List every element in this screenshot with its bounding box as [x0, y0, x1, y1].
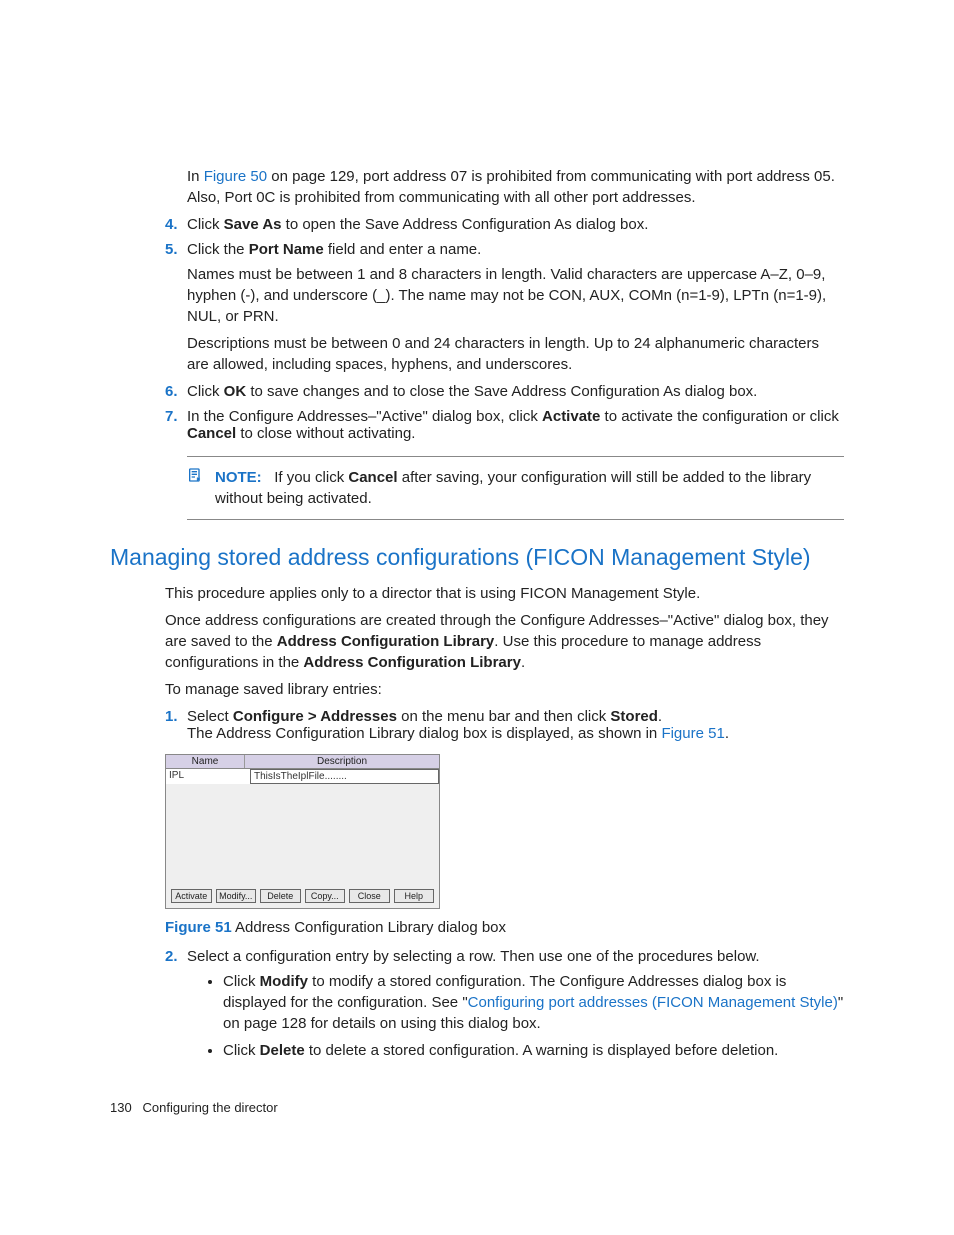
b1-pre: Select: [187, 708, 233, 725]
body-p2-b1: Address Configuration Library: [277, 633, 495, 650]
dialog-header-row: Name Description: [166, 755, 439, 769]
b1-post: .: [658, 708, 662, 725]
step-4-bold: Save As: [224, 216, 282, 233]
sb1-bold: Modify: [260, 973, 308, 990]
step-5-l1-post: field and enter a name.: [324, 241, 482, 258]
sb2-bold: Delete: [260, 1042, 305, 1059]
body-p3: To manage saved library entries:: [165, 679, 844, 700]
note-pre: If you click: [274, 469, 348, 486]
step-7-b2: Cancel: [187, 425, 236, 442]
close-button[interactable]: Close: [349, 889, 390, 903]
step-5: 5. Click the Port Name field and enter a…: [165, 241, 844, 375]
step-4-pre: Click: [187, 216, 224, 233]
dialog-row-name: IPL: [166, 769, 250, 784]
footer-title: Configuring the director: [143, 1100, 278, 1115]
step-number: 2.: [165, 948, 178, 965]
sub-bullet-modify: Click Modify to modify a stored configur…: [223, 971, 844, 1034]
step-5-l1-bold: Port Name: [249, 241, 324, 258]
figure-51-caption: Figure 51 Address Configuration Library …: [165, 917, 844, 938]
figure-text: Address Configuration Library dialog box: [232, 919, 506, 936]
step-6-pre: Click: [187, 383, 224, 400]
note-bold: Cancel: [348, 469, 397, 486]
intro-pre: In: [187, 168, 204, 185]
intro-post: on page 129, port address 07 is prohibit…: [187, 168, 835, 206]
sb1-pre: Click: [223, 973, 260, 990]
step-6-post: to save changes and to close the Save Ad…: [246, 383, 757, 400]
address-config-library-dialog: Name Description IPL ThisIsTheIplFile...…: [165, 754, 440, 909]
steps-list-c: 2. Select a configuration entry by selec…: [110, 948, 844, 1061]
sb2-pre: Click: [223, 1042, 260, 1059]
step-7-b1: Activate: [542, 408, 600, 425]
step-number: 4.: [165, 216, 178, 233]
step-6: 6. Click OK to save changes and to close…: [165, 383, 844, 400]
sb2-post: to delete a stored configuration. A warn…: [305, 1042, 779, 1059]
figure-label: Figure 51: [165, 919, 232, 936]
b1-bold1: Configure > Addresses: [233, 708, 397, 725]
dialog-empty-area: [166, 784, 439, 884]
step-b1: 1. Select Configure > Addresses on the m…: [165, 708, 844, 742]
b1-l2-post: .: [725, 725, 729, 742]
dialog-data-row[interactable]: IPL ThisIsTheIplFile........: [166, 769, 439, 784]
step-number: 1.: [165, 708, 178, 725]
dialog-col-name[interactable]: Name: [166, 755, 245, 768]
note-block: NOTE: If you click Cancel after saving, …: [187, 456, 844, 520]
b1-bold2: Stored: [610, 708, 658, 725]
activate-button[interactable]: Activate: [171, 889, 212, 903]
note-icon: [187, 467, 205, 509]
b2-text: Select a configuration entry by selectin…: [187, 948, 760, 965]
step-number: 7.: [165, 408, 178, 425]
b1-l2-pre: The Address Configuration Library dialog…: [187, 725, 661, 742]
step-5-l1-pre: Click the: [187, 241, 249, 258]
b1-mid: on the menu bar and then click: [397, 708, 610, 725]
modify-button[interactable]: Modify...: [216, 889, 257, 903]
delete-button[interactable]: Delete: [260, 889, 301, 903]
dialog-col-description[interactable]: Description: [245, 755, 439, 768]
copy-button[interactable]: Copy...: [305, 889, 346, 903]
body-p2: Once address configurations are created …: [165, 610, 844, 673]
figure-51-link[interactable]: Figure 51: [661, 725, 724, 742]
step-7-post: to close without activating.: [236, 425, 415, 442]
body-p2-b2: Address Configuration Library: [303, 654, 521, 671]
config-port-addr-link[interactable]: Configuring port addresses (FICON Manage…: [468, 994, 838, 1011]
body-p2-post: .: [521, 654, 525, 671]
help-button[interactable]: Help: [394, 889, 435, 903]
body-p1: This procedure applies only to a directo…: [165, 583, 844, 604]
page-number: 130: [110, 1100, 132, 1115]
steps-list-a: 4. Click Save As to open the Save Addres…: [110, 216, 844, 442]
intro-paragraph: In Figure 50 on page 129, port address 0…: [187, 166, 844, 208]
step-number: 5.: [165, 241, 178, 258]
step-5-p2: Descriptions must be between 0 and 24 ch…: [187, 333, 844, 375]
step-5-p1: Names must be between 1 and 8 characters…: [187, 264, 844, 327]
step-number: 6.: [165, 383, 178, 400]
step-b2-sublist: Click Modify to modify a stored configur…: [223, 971, 844, 1061]
document-page: In Figure 50 on page 129, port address 0…: [0, 0, 954, 1235]
step-7-mid: to activate the configuration or click: [600, 408, 838, 425]
step-7-pre: In the Configure Addresses–"Active" dial…: [187, 408, 542, 425]
step-4-post: to open the Save Address Configuration A…: [282, 216, 649, 233]
step-4: 4. Click Save As to open the Save Addres…: [165, 216, 844, 233]
sub-bullet-delete: Click Delete to delete a stored configur…: [223, 1040, 844, 1061]
page-footer: 130 Configuring the director: [110, 1100, 278, 1115]
note-label: NOTE:: [215, 469, 262, 486]
step-b2: 2. Select a configuration entry by selec…: [165, 948, 844, 1061]
note-text: NOTE: If you click Cancel after saving, …: [215, 467, 844, 509]
dialog-row-desc[interactable]: ThisIsTheIplFile........: [250, 769, 439, 784]
steps-list-b: 1. Select Configure > Addresses on the m…: [110, 708, 844, 742]
step-6-bold: OK: [224, 383, 247, 400]
figure-50-link[interactable]: Figure 50: [204, 168, 267, 185]
step-7: 7. In the Configure Addresses–"Active" d…: [165, 408, 844, 442]
dialog-button-row: Activate Modify... Delete Copy... Close …: [166, 884, 439, 908]
section-heading: Managing stored address configurations (…: [110, 544, 844, 571]
